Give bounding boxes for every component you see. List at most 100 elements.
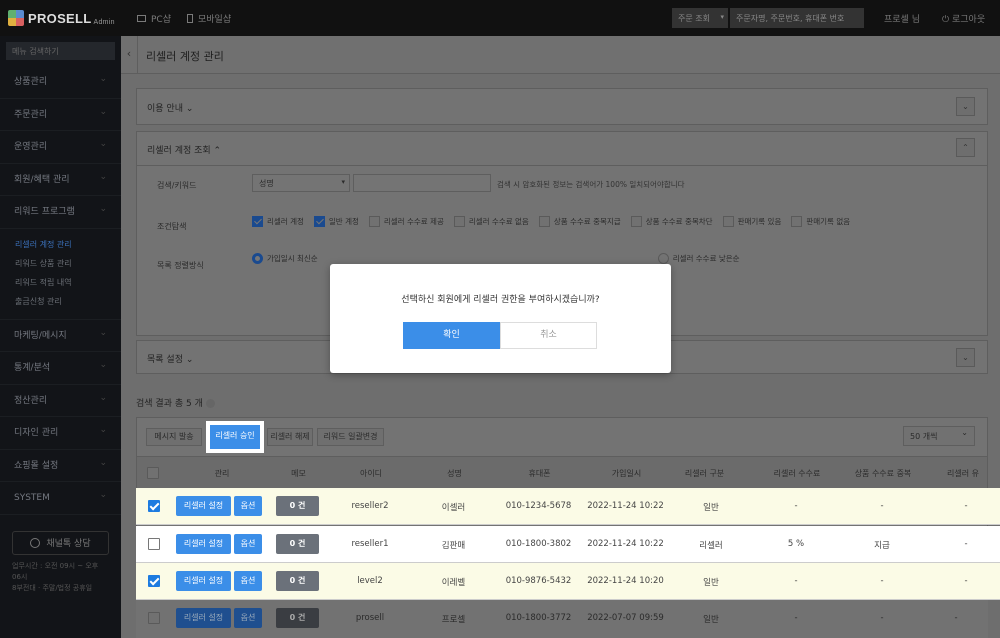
checkbox[interactable] (630, 216, 642, 227)
cell-id[interactable]: level2 (326, 576, 414, 586)
checkbox[interactable] (722, 216, 734, 227)
release-reseller-button[interactable]: 리셀러 해제 (267, 428, 313, 446)
row-checkbox[interactable] (148, 612, 160, 624)
radio-label: 가입일시 최신순 (267, 254, 318, 263)
row-checkbox[interactable] (148, 575, 160, 587)
th-reseller-extra: 리셀러 유 (947, 469, 979, 478)
filter-normal-account[interactable]: 일반 계정 (313, 216, 359, 227)
chevron-up-icon[interactable]: ⌃ (956, 138, 975, 157)
filter-reseller-account[interactable]: 리셀러 계정 (252, 216, 304, 227)
table-row[interactable]: 리셀러 설정 옵션 0 건 reseller1 김판매 010-1800-380… (136, 526, 1000, 563)
cell-type: 일반 (703, 615, 719, 625)
mobile-shop-link[interactable]: 모바일샵 (187, 12, 231, 25)
cell-id[interactable]: prosell (326, 613, 414, 623)
brand-name: PROSELL (28, 10, 92, 26)
cell-id[interactable]: reseller2 (326, 501, 414, 511)
row-checkbox[interactable] (148, 538, 160, 550)
sort-fee-low[interactable]: 리셀러 수수료 낮은순 (657, 253, 740, 264)
radio[interactable] (657, 253, 669, 264)
pc-shop-link[interactable]: PC샵 (137, 12, 171, 25)
sidebar-item-rewards[interactable]: 리워드 프로그램 (0, 193, 121, 229)
checkbox-label: 리셀러 계정 (267, 217, 304, 226)
page-size-select[interactable]: 50 개씩 (903, 426, 975, 446)
cell-dup: - (880, 501, 884, 511)
sidebar-item-members[interactable]: 회원/혜택 관리 (0, 161, 121, 196)
filter-fee-none[interactable]: 리셀러 수수료 없음 (453, 216, 529, 227)
submenu-withdrawals[interactable]: 출금신청 관리 (15, 292, 121, 311)
sidebar-item-operations[interactable]: 운영관리 (0, 128, 121, 164)
channel-talk-button[interactable]: 채널톡 상담 (12, 530, 109, 555)
checkbox[interactable] (538, 216, 550, 227)
send-message-button[interactable]: 메시지 발송 (146, 428, 202, 446)
sidebar-item-stats[interactable]: 통계/분석 (0, 349, 121, 385)
hours-line-2: 8부전대 · 주말/법정 공휴일 (12, 583, 93, 592)
memo-button[interactable]: 0 건 (276, 571, 319, 591)
checkbox[interactable] (252, 216, 263, 227)
checkbox[interactable] (368, 216, 380, 227)
sidebar-item-system[interactable]: SYSTEM (0, 479, 121, 515)
table-row[interactable]: 리셀러 설정 옵션 0 건 level2 이레벨 010-9876-5432 2… (136, 563, 1000, 600)
confirm-cancel-button[interactable]: 취소 (500, 322, 597, 349)
cell-name: 김판매 (441, 541, 466, 551)
radio[interactable] (252, 253, 263, 264)
search-panel-title[interactable]: 리셀러 계정 조회 ⌃ (147, 143, 221, 156)
filter-no-sales[interactable]: 판매기록 없음 (791, 216, 850, 227)
reseller-settings-button[interactable]: 리셀러 설정 (176, 496, 231, 516)
back-button[interactable]: ‹ (121, 36, 138, 74)
reseller-settings-button[interactable]: 리셀러 설정 (176, 571, 231, 591)
submenu-reward-history[interactable]: 리워드 적립 내역 (15, 273, 121, 292)
sidebar-item-products[interactable]: 상품관리 (0, 63, 121, 99)
chevron-down-icon[interactable]: ⌄ (956, 348, 975, 367)
sidebar-item-marketing[interactable]: 마케팅/메시지 (0, 317, 121, 352)
keyword-input[interactable] (353, 174, 491, 192)
filter-dup-pay[interactable]: 상품 수수료 중복지급 (538, 216, 621, 227)
filter-fee-provided[interactable]: 리셀러 수수료 제공 (368, 216, 444, 227)
menu-search-input[interactable]: 메뉴 검색하기 (6, 42, 115, 60)
memo-button[interactable]: 0 건 (276, 496, 319, 516)
submenu-reward-products[interactable]: 리워드 상품 관리 (15, 254, 121, 273)
chevron-down-icon[interactable]: ⌄ (956, 97, 975, 116)
memo-button[interactable]: 0 건 (276, 534, 319, 554)
sidebar-item-shop-settings[interactable]: 쇼핑몰 설정 (0, 447, 121, 482)
cell-joined: 2022-11-24 10:22 (587, 539, 664, 549)
checkbox[interactable] (453, 216, 465, 227)
options-button[interactable]: 옵션 (234, 571, 262, 591)
memo-button[interactable]: 0 건 (276, 608, 319, 628)
cell-id[interactable]: reseller1 (326, 539, 414, 549)
list-settings-title[interactable]: 목록 설정 ⌄ (147, 352, 193, 365)
guide-panel: 이용 안내 ⌄ ⌄ (136, 88, 988, 125)
options-button[interactable]: 옵션 (234, 608, 262, 628)
options-button[interactable]: 옵션 (234, 534, 262, 554)
cell-fee: 5 % (787, 539, 805, 549)
select-all-checkbox[interactable] (147, 467, 159, 479)
condition-label: 조건탐색 (157, 222, 187, 231)
logo[interactable]: PROSELL Admin (0, 0, 121, 36)
checkbox[interactable] (791, 216, 803, 227)
reseller-settings-button[interactable]: 리셀러 설정 (176, 608, 231, 628)
table-row[interactable]: 리셀러 설정 옵션 0 건 reseller2 이셀러 010-1234-567… (136, 488, 1000, 525)
cell-name: 이셀러 (441, 503, 466, 513)
sidebar-item-design[interactable]: 디자인 관리 (0, 414, 121, 450)
order-search-select[interactable]: 주문 조회 (672, 8, 728, 28)
cell-type: 리셀러 (699, 541, 723, 551)
options-button[interactable]: 옵션 (234, 496, 262, 516)
filter-dup-block[interactable]: 상품 수수료 중복차단 (630, 216, 713, 227)
bulk-reward-button[interactable]: 리워드 일괄변경 (317, 428, 384, 446)
logout-button[interactable]: ⏻ 로그아웃 (942, 12, 985, 25)
approve-reseller-button[interactable]: 리셀러 승인 (206, 421, 264, 453)
sort-join-latest[interactable]: 가입일시 최신순 (252, 253, 318, 264)
guide-title[interactable]: 이용 안내 ⌄ (147, 101, 193, 114)
confirm-ok-button[interactable]: 확인 (403, 322, 500, 349)
filter-has-sales[interactable]: 판매기록 있음 (722, 216, 781, 227)
order-search-input[interactable]: 주문자명, 주문번호, 휴대폰 번호 (730, 8, 864, 28)
user-name[interactable]: 프로셀 님 (884, 12, 920, 25)
table-row[interactable]: 리셀러 설정 옵션 0 건 prosell 프로셀 010-1800-3772 … (136, 600, 988, 638)
reseller-settings-button[interactable]: 리셀러 설정 (176, 534, 231, 554)
sidebar-item-settlement[interactable]: 정산관리 (0, 382, 121, 417)
sidebar-item-orders[interactable]: 주문관리 (0, 96, 121, 131)
submenu-reseller-accounts[interactable]: 리셀러 계정 관리 (15, 235, 121, 254)
row-checkbox[interactable] (148, 500, 160, 512)
checkbox[interactable] (313, 216, 325, 227)
info-icon[interactable] (205, 399, 215, 408)
keyword-type-select[interactable]: 성명 (252, 174, 350, 192)
